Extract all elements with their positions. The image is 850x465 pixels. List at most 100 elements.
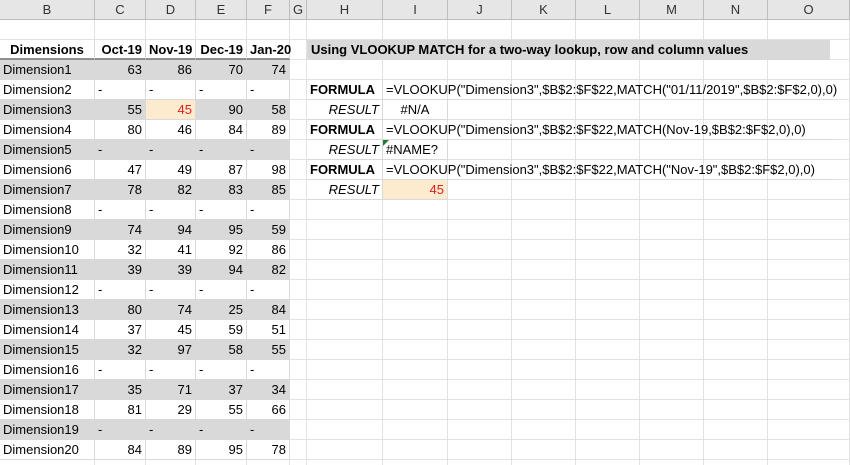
table-cell[interactable]: 95 bbox=[196, 440, 247, 460]
table-cell[interactable]: 94 bbox=[196, 260, 247, 280]
table-cell[interactable]: - bbox=[95, 360, 146, 380]
table-cell[interactable]: Dimension10 bbox=[0, 240, 95, 260]
table-cell[interactable]: 87 bbox=[196, 160, 247, 180]
table-cell[interactable]: - bbox=[247, 200, 290, 220]
column-header-e[interactable]: E bbox=[196, 0, 247, 20]
table-cell[interactable]: 58 bbox=[247, 100, 290, 120]
table-cell[interactable]: 70 bbox=[196, 60, 247, 80]
table-cell[interactable]: 85 bbox=[247, 180, 290, 200]
formula-text[interactable]: =VLOOKUP("Dimension3",$B$2:$F$22,MATCH("… bbox=[383, 80, 837, 100]
column-header-b[interactable]: B bbox=[0, 0, 95, 20]
table-cell[interactable]: Dimension7 bbox=[0, 180, 95, 200]
result-value[interactable]: #NAME? bbox=[383, 140, 448, 160]
table-cell[interactable]: - bbox=[196, 420, 247, 440]
table-cell[interactable]: 82 bbox=[247, 260, 290, 280]
table-cell[interactable]: 95 bbox=[196, 220, 247, 240]
table-cell[interactable]: 59 bbox=[196, 320, 247, 340]
table-cell[interactable]: 41 bbox=[146, 240, 196, 260]
table-cell[interactable]: 46 bbox=[146, 120, 196, 140]
result-value[interactable]: #N/A bbox=[383, 100, 448, 120]
table-cell[interactable]: Dimension18 bbox=[0, 400, 95, 420]
table-cell[interactable]: 32 bbox=[95, 240, 146, 260]
table-cell[interactable]: 51 bbox=[247, 320, 290, 340]
table-cell[interactable]: - bbox=[146, 80, 196, 100]
table-cell[interactable]: 98 bbox=[247, 160, 290, 180]
table-cell[interactable]: 59 bbox=[247, 220, 290, 240]
table-cell[interactable]: Dimension12 bbox=[0, 280, 95, 300]
table-cell[interactable]: - bbox=[146, 420, 196, 440]
table-cell[interactable]: 78 bbox=[247, 440, 290, 460]
table-cell[interactable]: Dimension9 bbox=[0, 220, 95, 240]
table-cell[interactable]: - bbox=[95, 200, 146, 220]
table-cell[interactable]: - bbox=[95, 420, 146, 440]
table-cell[interactable]: 86 bbox=[146, 60, 196, 80]
table-cell[interactable]: Dimension15 bbox=[0, 340, 95, 360]
table-cell[interactable]: Dimension8 bbox=[0, 200, 95, 220]
table-cell[interactable]: - bbox=[196, 80, 247, 100]
column-header-n[interactable]: N bbox=[704, 0, 768, 20]
table-cell[interactable]: 63 bbox=[95, 60, 146, 80]
table-cell[interactable]: 84 bbox=[196, 120, 247, 140]
table-cell[interactable]: 49 bbox=[146, 160, 196, 180]
table-cell[interactable]: - bbox=[247, 420, 290, 440]
table-cell[interactable]: 55 bbox=[95, 100, 146, 120]
table-cell[interactable]: - bbox=[146, 360, 196, 380]
column-header-f[interactable]: F bbox=[247, 0, 290, 20]
table-cell[interactable]: Dimension1 bbox=[0, 60, 95, 80]
table-cell[interactable]: 83 bbox=[196, 180, 247, 200]
table-cell[interactable]: 45 bbox=[146, 320, 196, 340]
table-cell[interactable]: 89 bbox=[247, 120, 290, 140]
column-header-o[interactable]: O bbox=[768, 0, 850, 20]
table-cell[interactable]: - bbox=[247, 80, 290, 100]
table-cell[interactable]: 39 bbox=[95, 260, 146, 280]
table-cell[interactable]: 55 bbox=[247, 340, 290, 360]
table-cell[interactable]: 82 bbox=[146, 180, 196, 200]
table-cell[interactable]: - bbox=[196, 360, 247, 380]
table-header-cell[interactable]: Dec-19 bbox=[196, 40, 247, 60]
column-header-l[interactable]: L bbox=[576, 0, 640, 20]
table-cell[interactable]: 80 bbox=[95, 300, 146, 320]
table-cell[interactable]: 78 bbox=[95, 180, 146, 200]
table-cell[interactable]: 89 bbox=[146, 440, 196, 460]
table-cell[interactable]: - bbox=[146, 140, 196, 160]
column-header-j[interactable]: J bbox=[448, 0, 512, 20]
table-cell[interactable]: - bbox=[95, 80, 146, 100]
table-cell[interactable]: 58 bbox=[196, 340, 247, 360]
table-header-cell[interactable]: Dimensions bbox=[0, 40, 95, 60]
formula-text[interactable]: =VLOOKUP("Dimension3",$B$2:$F$22,MATCH("… bbox=[383, 160, 833, 180]
table-cell[interactable]: 47 bbox=[95, 160, 146, 180]
table-cell[interactable]: 25 bbox=[196, 300, 247, 320]
table-cell[interactable]: 55 bbox=[196, 400, 247, 420]
column-header-m[interactable]: M bbox=[640, 0, 704, 20]
table-cell[interactable]: 92 bbox=[196, 240, 247, 260]
table-cell[interactable]: 34 bbox=[247, 380, 290, 400]
table-cell[interactable]: 97 bbox=[146, 340, 196, 360]
table-cell[interactable]: Dimension20 bbox=[0, 440, 95, 460]
table-cell[interactable]: 32 bbox=[95, 340, 146, 360]
table-cell[interactable]: - bbox=[196, 140, 247, 160]
column-header-g[interactable]: G bbox=[290, 0, 307, 20]
table-header-cell[interactable]: Oct-19 bbox=[95, 40, 146, 60]
table-header-cell[interactable]: Nov-19 bbox=[146, 40, 196, 60]
table-cell[interactable]: - bbox=[247, 140, 290, 160]
table-cell[interactable]: 81 bbox=[95, 400, 146, 420]
table-cell[interactable]: - bbox=[95, 140, 146, 160]
table-cell[interactable]: 84 bbox=[95, 440, 146, 460]
table-cell[interactable]: 86 bbox=[247, 240, 290, 260]
column-header-i[interactable]: I bbox=[383, 0, 448, 20]
table-cell[interactable]: 35 bbox=[95, 380, 146, 400]
formula-text[interactable]: =VLOOKUP("Dimension3",$B$2:$F$22,MATCH(N… bbox=[383, 120, 833, 140]
column-header-d[interactable]: D bbox=[146, 0, 196, 20]
table-cell[interactable]: Dimension14 bbox=[0, 320, 95, 340]
table-cell[interactable]: 90 bbox=[196, 100, 247, 120]
table-cell[interactable]: 29 bbox=[146, 400, 196, 420]
table-cell[interactable]: 45 bbox=[146, 100, 196, 120]
table-cell[interactable]: - bbox=[196, 280, 247, 300]
table-cell[interactable]: Dimension2 bbox=[0, 80, 95, 100]
table-cell[interactable]: 80 bbox=[95, 120, 146, 140]
table-cell[interactable]: 94 bbox=[146, 220, 196, 240]
table-cell[interactable]: - bbox=[95, 280, 146, 300]
table-header-cell[interactable]: Jan-20 bbox=[247, 40, 291, 60]
table-cell[interactable]: Dimension4 bbox=[0, 120, 95, 140]
table-cell[interactable]: Dimension11 bbox=[0, 260, 95, 280]
